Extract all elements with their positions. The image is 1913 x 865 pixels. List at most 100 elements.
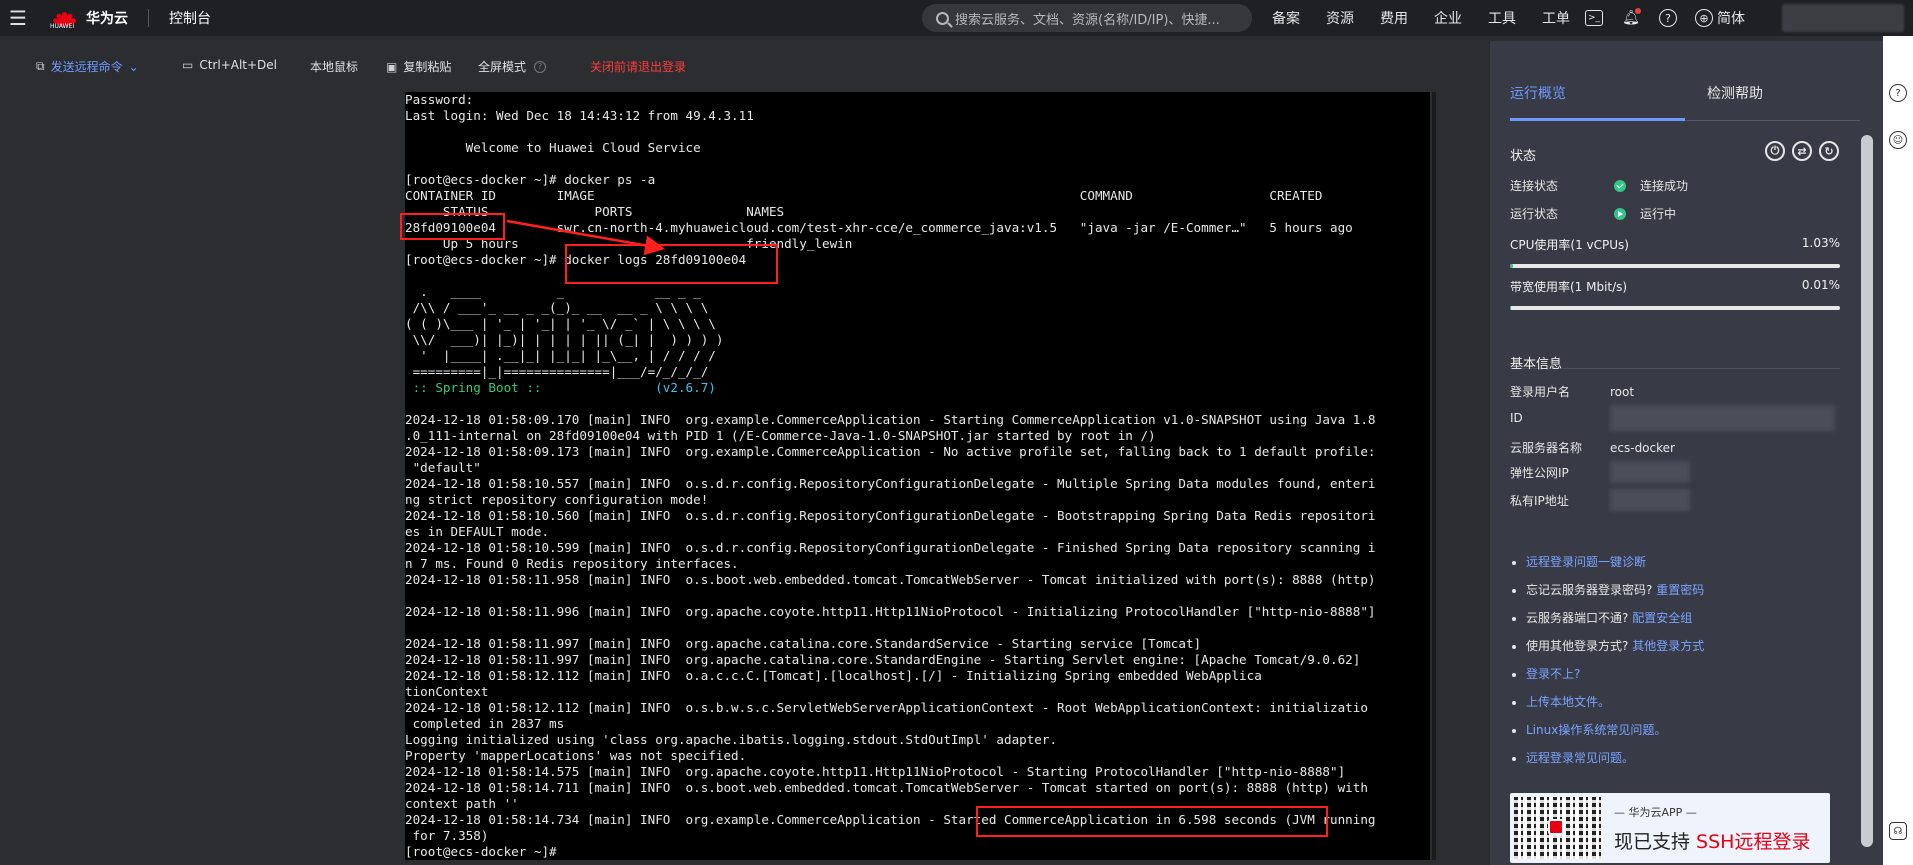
help-links-list: 远程登录问题一键诊断 忘记云服务器登录密码? 重置密码 云服务器端口不通? 配置…: [1526, 548, 1704, 772]
cloud-shell-icon[interactable]: >_: [1585, 10, 1603, 26]
help-link-diagnose[interactable]: 远程登录问题一键诊断: [1526, 555, 1646, 569]
id-label: ID: [1510, 411, 1523, 425]
close-warning-label: 关闭前请退出登录: [590, 60, 687, 74]
private-ip-label: 私有IP地址: [1510, 493, 1569, 508]
eip-value-redacted: [1610, 461, 1690, 483]
nav-link-enterprise[interactable]: 企业: [1434, 8, 1462, 28]
terminal-line: :: Spring Boot :: (v2.6.7): [405, 380, 1376, 396]
send-command-dropdown[interactable]: ⧉ 发送远程命令 ⌄: [36, 58, 139, 75]
annotation-container-id: [400, 213, 505, 240]
user-account[interactable]: [1782, 4, 1904, 32]
nav-link-billing[interactable]: 费用: [1380, 8, 1408, 28]
help-link-upload-file[interactable]: 上传本地文件。: [1526, 695, 1610, 709]
top-bar: ☰ HUAWEI 华为云 控制台 搜索云服务、文档、资源(名称/ID/IP)、快…: [0, 0, 1913, 36]
help-link-reset-password[interactable]: 重置密码: [1656, 583, 1704, 597]
tab-diagnosis-help[interactable]: 检测帮助: [1685, 79, 1860, 120]
terminal-line: \\/ ___)| |_)| | | | | || (_| | ) ) ) ): [405, 332, 724, 347]
chevron-down-icon: ⌄: [128, 59, 139, 74]
nav-link-resources[interactable]: 资源: [1326, 8, 1354, 28]
connect-status-value: 连接成功: [1640, 179, 1689, 193]
terminal-line: 2024-12-18 01:58:11.958 [main] INFO o.s.…: [405, 572, 1376, 587]
terminal-line: "default": [405, 460, 481, 475]
globe-icon[interactable]: ⊕: [1695, 9, 1713, 27]
terminal-line: ng strict repository configuration mode!: [405, 492, 709, 507]
panel-scrollbar[interactable]: [1861, 135, 1873, 847]
rail-feedback-icon[interactable]: ☺: [1889, 131, 1907, 149]
bandwidth-meter: 带宽使用率(1 Mbit/s) 0.01%: [1510, 278, 1840, 310]
help-icon[interactable]: ?: [1659, 9, 1677, 27]
run-status-label: 运行状态: [1510, 207, 1559, 221]
bandwidth-bar: [1510, 306, 1840, 310]
app-promo-banner[interactable]: — 华为云APP — 现已支持 SSH远程登录: [1510, 793, 1830, 863]
clipboard-icon: ▣: [386, 59, 398, 74]
success-check-icon: [1614, 179, 1626, 192]
nav-link-tools[interactable]: 工具: [1488, 8, 1516, 28]
ctrl-alt-del-button[interactable]: ▭ Ctrl+Alt+Del: [182, 58, 277, 72]
nav-link-tickets[interactable]: 工单: [1542, 8, 1570, 28]
terminal-line: 2024-12-18 01:58:10.599 [main] INFO o.s.…: [405, 540, 1376, 555]
terminal-line: CONTAINER ID IMAGE COMMAND CREATED: [405, 188, 1323, 203]
terminal-scrollbar[interactable]: [1432, 92, 1436, 860]
terminal-line: 2024-12-18 01:58:09.170 [main] INFO org.…: [405, 412, 1376, 427]
terminal-console[interactable]: Password: Last login: Wed Dec 18 14:43:12…: [405, 92, 1430, 860]
refresh-icon[interactable]: ↻: [1819, 141, 1839, 161]
help-link-security-group[interactable]: 配置安全组: [1632, 611, 1692, 625]
status-title: 状态: [1510, 149, 1537, 164]
search-placeholder: 搜索云服务、文档、资源(名称/ID/IP)、快捷...: [955, 12, 1220, 28]
terminal-line: Welcome to Huawei Cloud Service: [405, 140, 701, 155]
spring-boot-version: (v2.6.7): [655, 380, 716, 395]
fullscreen-help-icon[interactable]: ?: [534, 60, 547, 73]
brand-logo[interactable]: HUAWEI 华为云: [50, 8, 128, 30]
power-icon[interactable]: ⏻: [1765, 141, 1785, 161]
language-switch[interactable]: 简体: [1717, 8, 1745, 28]
close-warning: 关闭前请退出登录: [590, 58, 686, 75]
local-mouse-button[interactable]: 本地鼠标: [310, 58, 358, 75]
terminal-line: 2024-12-18 01:58:11.997 [main] INFO org.…: [405, 636, 1202, 651]
eip-row: 弹性公网IP: [1510, 461, 1690, 483]
terminal-line: Logging initialized using 'class org.apa…: [405, 732, 1058, 747]
hamburger-icon[interactable]: ☰: [0, 0, 36, 36]
annotation-docker-logs: [565, 244, 778, 284]
rail-headset-icon[interactable]: ☊: [1889, 822, 1907, 840]
help-link-linux-faq[interactable]: Linux操作系统常见问题。: [1526, 723, 1666, 737]
run-status-row: 运行状态 运行中: [1510, 205, 1676, 222]
fullscreen-button[interactable]: 全屏模式 ?: [478, 58, 547, 75]
console-link[interactable]: 控制台: [169, 8, 211, 28]
nav-link-beian[interactable]: 备案: [1272, 8, 1300, 28]
terminal-line: ( ( )\___ | '_ | '_| | '_ \/ _` | \ \ \ …: [405, 316, 716, 331]
terminal-line: =========|_|==============|___/=/_/_/_/: [405, 364, 709, 379]
login-user-value: root: [1610, 384, 1635, 399]
help-item: 云服务器端口不通? 配置安全组: [1526, 604, 1704, 632]
server-name-label: 云服务器名称: [1510, 441, 1583, 455]
private-ip-value-redacted: [1610, 489, 1690, 511]
help-link-cannot-login[interactable]: 登录不上?: [1526, 667, 1580, 681]
connect-status-label: 连接状态: [1510, 179, 1559, 193]
copy-paste-label: 复制粘贴: [403, 60, 452, 74]
global-search[interactable]: 搜索云服务、文档、资源(名称/ID/IP)、快捷...: [922, 4, 1252, 32]
sync-icon[interactable]: ⇄: [1792, 141, 1812, 161]
terminal-line: [root@ecs-docker ~]# docker ps -a: [405, 172, 656, 187]
private-ip-row: 私有IP地址: [1510, 489, 1690, 511]
copy-paste-button[interactable]: ▣ 复制粘贴: [386, 58, 451, 75]
terminal-output: Password: Last login: Wed Dec 18 14:43:12…: [405, 92, 1376, 860]
terminal-line: Password:: [405, 92, 474, 107]
local-mouse-label: 本地鼠标: [310, 60, 359, 74]
server-name-row: 云服务器名称 ecs-docker: [1510, 439, 1675, 456]
panel-tabs: 运行概览 检测帮助: [1510, 79, 1860, 121]
terminal-line: Up 5 hours friendly_lewin: [405, 236, 853, 251]
help-item: 远程登录问题一键诊断: [1526, 548, 1704, 576]
notification-bell-icon[interactable]: 🔔︎: [1621, 8, 1641, 28]
topbar-divider: [148, 9, 149, 27]
notification-dot: [1635, 8, 1641, 14]
help-item-text: 忘记云服务器登录密码?: [1526, 583, 1653, 597]
terminal-line: Property 'mapperLocations' was not speci…: [405, 748, 747, 763]
tab-overview[interactable]: 运行概览: [1510, 79, 1685, 121]
help-link-remote-faq[interactable]: 远程登录常见问题。: [1526, 751, 1634, 765]
top-nav-links: 备案 资源 费用 企业 工具 工单: [1272, 0, 1596, 36]
terminal-line: tionContext: [405, 684, 489, 699]
rail-help-icon[interactable]: ?: [1889, 84, 1907, 102]
help-link-other-login[interactable]: 其他登录方式: [1632, 639, 1704, 653]
promo-headline-a: 现已支持: [1614, 831, 1697, 853]
